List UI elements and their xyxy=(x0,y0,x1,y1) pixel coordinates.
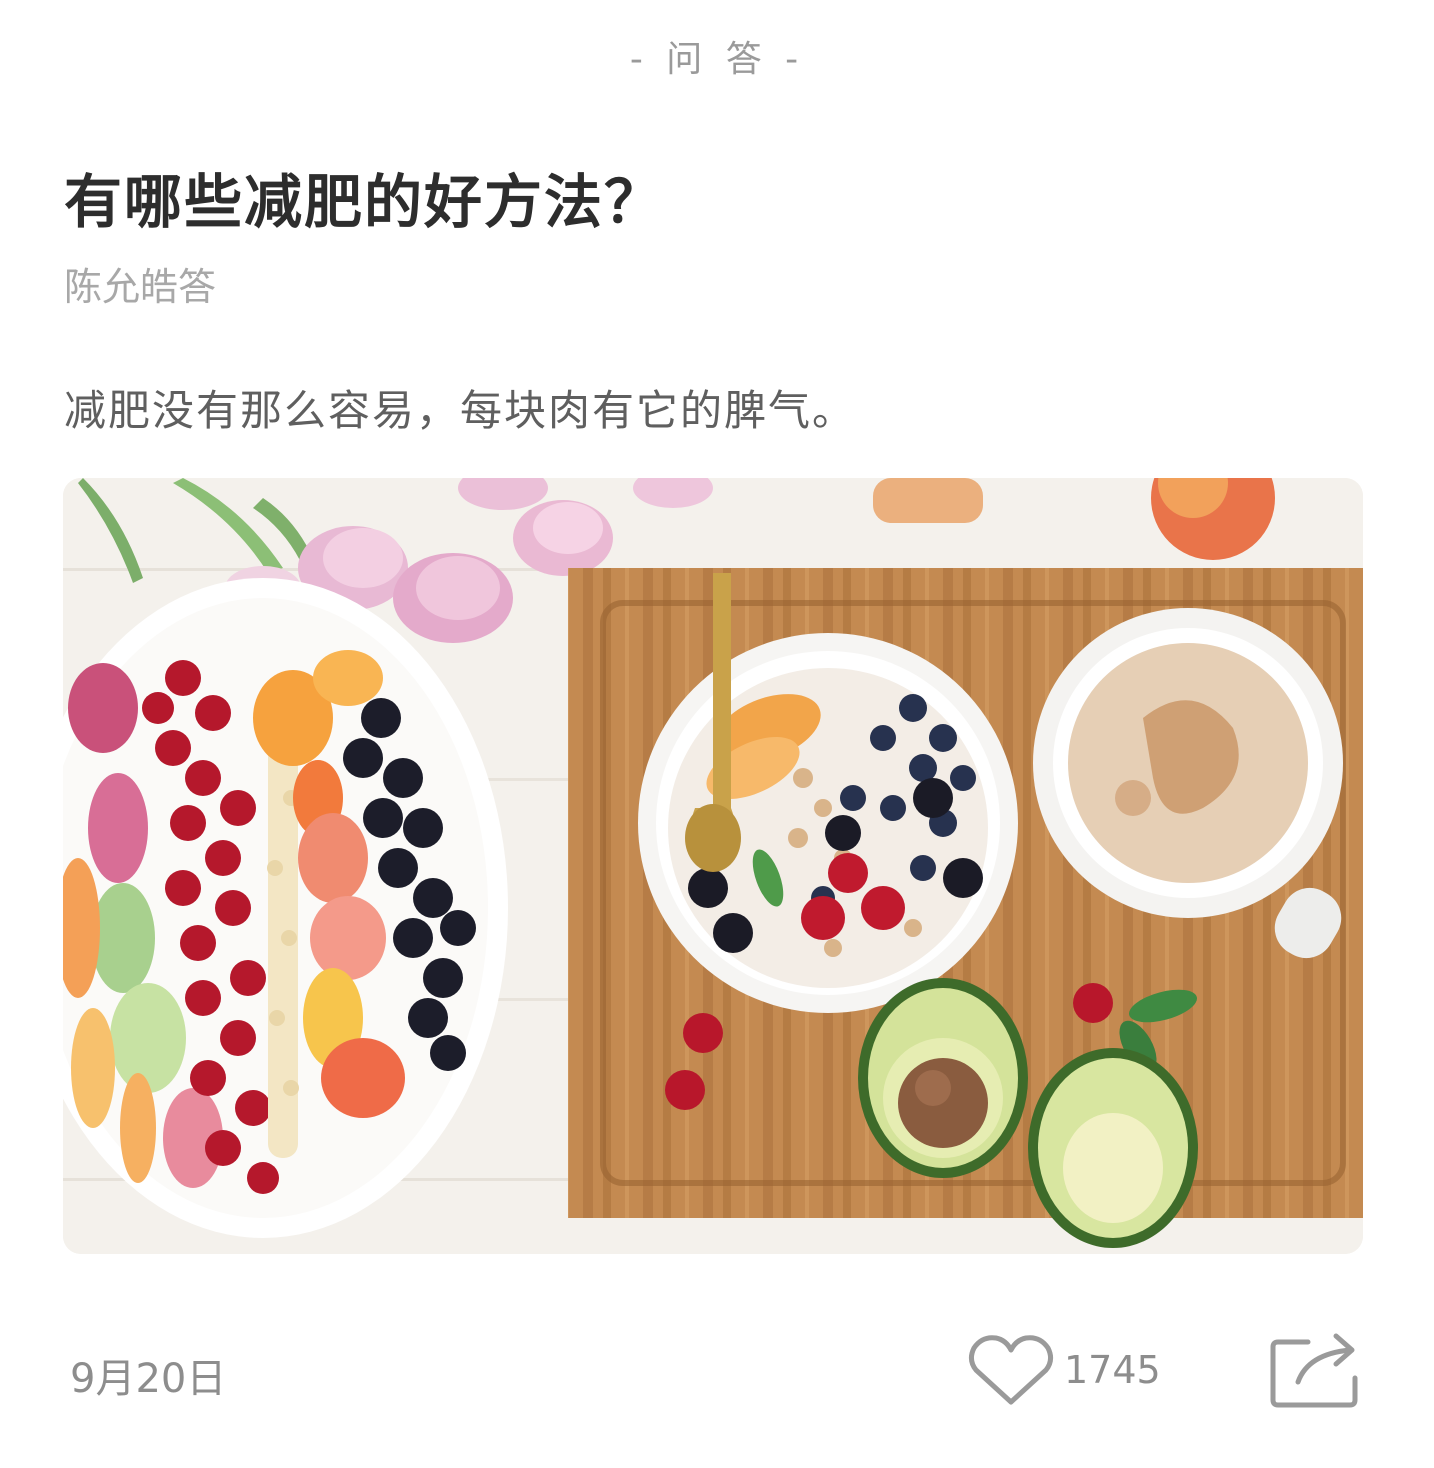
question-title[interactable]: 有哪些减肥的好方法？ xyxy=(64,155,664,239)
post-date: 9月20日 xyxy=(70,1356,227,1402)
article-image[interactable] xyxy=(63,478,1363,1254)
share-icon xyxy=(1270,1333,1358,1408)
breakfast-photo xyxy=(63,478,1363,1254)
like-button[interactable] xyxy=(966,1330,1056,1410)
author-line[interactable]: 陈允皓答 xyxy=(64,256,216,311)
answer-excerpt[interactable]: 减肥没有那么容易，每块肉有它的脾气。 xyxy=(64,377,856,438)
heart-outline-icon xyxy=(968,1335,1054,1405)
like-count: 1745 xyxy=(1064,1348,1161,1392)
section-label: - 问 答 - xyxy=(629,39,805,80)
share-button[interactable] xyxy=(1268,1330,1360,1410)
